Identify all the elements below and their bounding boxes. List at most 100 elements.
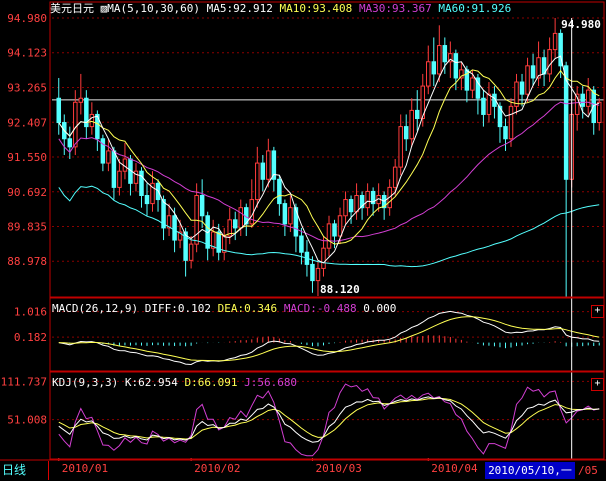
ma60-value: MA60:91.926	[438, 2, 512, 15]
kdj-d-value: D:66.091	[184, 376, 238, 389]
pane-frames	[0, 1, 606, 461]
kdj-expand-button[interactable]: +	[591, 378, 604, 391]
macd-legend: MACD(26,12,9) DIFF:0.102 DEA:0.346 MACD:…	[52, 302, 396, 315]
candle-body	[431, 61, 437, 75]
candle-body	[89, 113, 95, 128]
min-price-label: 88.120	[320, 283, 360, 296]
price-legend: 美元日元 ▨MA(5,10,30,60) MA5:92.912 MA10:93.…	[50, 2, 511, 15]
candle-body	[365, 190, 370, 209]
macd-diff-value: DIFF:0.102	[144, 302, 211, 315]
price-y-tick-label: 92.407	[7, 116, 47, 129]
candle-body	[111, 150, 117, 188]
price-y-tick-label: 88.978	[7, 255, 47, 268]
candle-body	[293, 207, 299, 237]
ma30-value: MA30:93.367	[358, 2, 432, 15]
macd-params-label: MACD(26,12,9)	[52, 302, 139, 315]
candle-body	[332, 223, 337, 237]
candle-body	[470, 77, 475, 91]
candle-body	[78, 97, 84, 103]
candle-body	[172, 215, 177, 241]
candle-body	[481, 97, 486, 115]
max-price-label: 94.980	[561, 18, 601, 31]
candle-body	[552, 32, 558, 51]
candle-body	[106, 150, 111, 164]
candle-body	[238, 207, 244, 229]
macd-expand-button[interactable]: +	[591, 305, 604, 318]
candle-body	[392, 166, 398, 188]
x-axis-month-label: 2010/02	[194, 462, 240, 475]
kdj-legend: KDJ(9,3,3) K:62.954 D:66.091 J:56.680	[52, 376, 297, 389]
macd-dea-value: DEA:0.346	[217, 302, 278, 315]
candle-body	[486, 93, 492, 115]
candle-body	[282, 203, 288, 225]
macd-y-tick-label: 1.016	[14, 306, 47, 319]
kdj-k-value: K:62.954	[124, 376, 178, 389]
candle-body	[73, 101, 78, 148]
candle-body	[337, 215, 343, 237]
ma5-value: MA5:92.912	[206, 2, 273, 15]
candle-body	[199, 194, 205, 217]
candle-body	[519, 81, 525, 95]
candle-body	[398, 126, 403, 168]
candle-body	[414, 109, 420, 120]
candle-body	[100, 138, 106, 164]
candle-body	[117, 170, 122, 188]
x-axis: 2010/01 2010/02 2010/03 2010/04	[58, 458, 478, 475]
candle-body	[67, 138, 73, 148]
candle-body	[260, 162, 266, 180]
kdj-j-value: J:56.680	[244, 376, 298, 389]
candle-body	[343, 199, 348, 217]
price-pane[interactable]: 94.980 94.123 93.265 92.407 91.550 90.692 89.8…	[7, 12, 604, 297]
x-axis-month-label: 2010/03	[315, 462, 361, 475]
candle-body	[403, 126, 409, 140]
candle-body	[299, 235, 304, 253]
kdj-y-tick-label: 51.008	[7, 414, 47, 427]
price-y-tick-label: 90.692	[7, 186, 47, 199]
cursor-date-label: 2010/05/10,一	[485, 462, 575, 479]
candle-body	[525, 65, 530, 95]
kdj-params-label: KDJ(9,3,3)	[52, 376, 119, 389]
candle-body	[255, 162, 260, 201]
candle-body	[277, 178, 282, 205]
candle-body	[442, 45, 448, 63]
x-axis-month-label: 2010/01	[62, 462, 108, 475]
candle-body	[426, 61, 431, 87]
x-axis-month-label: 2010/04	[431, 462, 478, 475]
candle-body	[453, 53, 459, 79]
macd-y-tick-label: 0.182	[14, 331, 47, 344]
candle-body	[530, 65, 536, 79]
candle-body	[310, 263, 315, 282]
symbol-label: 美元日元	[50, 2, 94, 15]
candle-body	[514, 81, 519, 107]
candle-body	[348, 199, 354, 213]
price-y-tick-label: 91.550	[7, 151, 47, 164]
candle-body	[266, 150, 271, 180]
ma10-value: MA10:93.408	[279, 2, 353, 15]
period-tab-daily[interactable]: 日线	[0, 461, 49, 480]
macd-diff-line	[58, 310, 600, 366]
candle-body	[56, 97, 62, 124]
candle-body	[288, 207, 293, 225]
candle-body	[354, 194, 359, 213]
partial-month-label: /05	[578, 464, 598, 477]
candle-body	[144, 194, 150, 205]
candle-body	[315, 267, 321, 282]
candle-body	[321, 247, 326, 269]
pane-frame	[49, 1, 605, 298]
price-y-tick-label: 89.835	[7, 221, 47, 234]
candle-body	[585, 89, 591, 107]
price-y-tick-label: 94.123	[7, 47, 47, 60]
macd-macd-value: MACD:-0.488	[283, 302, 357, 315]
candle-body	[409, 109, 414, 140]
candle-body	[503, 126, 508, 140]
candle-body	[437, 45, 442, 75]
chart-stage[interactable]: 94.980 94.123 93.265 92.407 91.550 90.692 89.8…	[0, 0, 606, 481]
candle-body	[188, 243, 194, 261]
ma-params-label: MA(5,10,30,60)	[107, 2, 200, 15]
candle-body	[326, 223, 332, 249]
candle-body	[547, 49, 552, 75]
price-y-tick-label: 93.265	[7, 82, 47, 95]
candle-body	[508, 105, 514, 140]
candle-body	[580, 93, 585, 107]
kdj-y-tick-label: 111.737	[1, 375, 47, 388]
